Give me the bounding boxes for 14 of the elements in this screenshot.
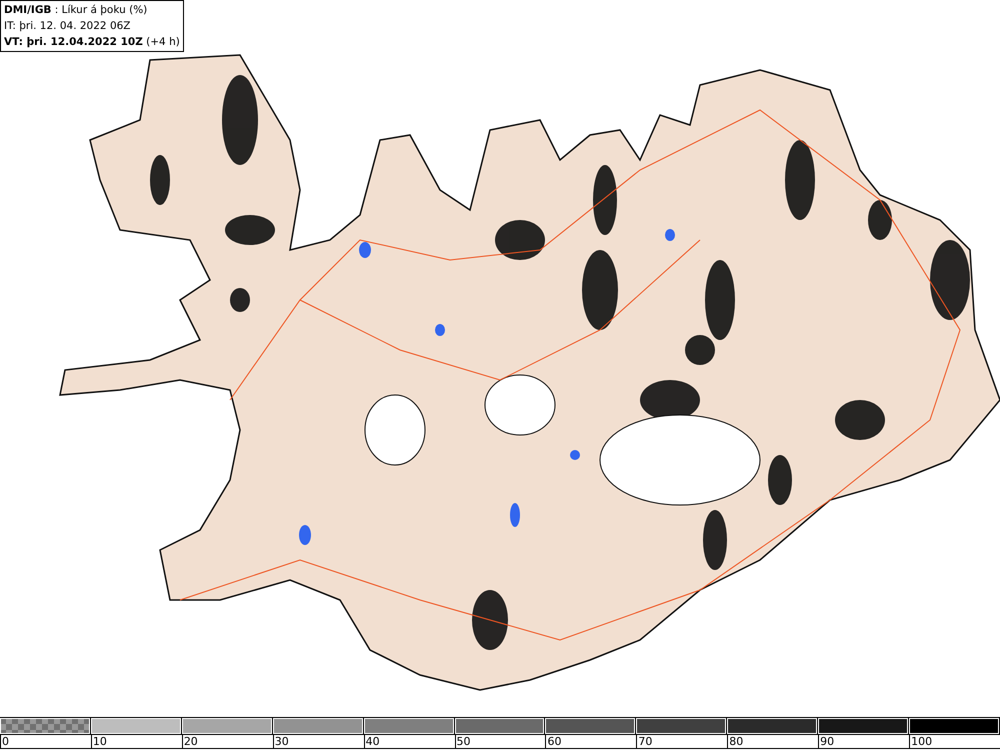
legend-label: 0 bbox=[1, 735, 9, 748]
legend-label: 100 bbox=[910, 735, 932, 748]
legend-label: 80 bbox=[728, 735, 744, 748]
legend-label: 20 bbox=[182, 735, 198, 748]
legend-label: 10 bbox=[92, 735, 107, 748]
legend-label: 50 bbox=[456, 735, 471, 748]
info-line: IT: þri. 12. 04. 2022 06Z bbox=[4, 19, 132, 34]
info-line: VT: þri. 12.04.2022 10Z (+4 h) bbox=[4, 35, 180, 50]
legend-label: 70 bbox=[637, 735, 652, 748]
legend-label: 90 bbox=[819, 735, 834, 748]
info-line: DMI/IGB : Líkur á þoku (%) bbox=[4, 3, 148, 18]
legend-label: 60 bbox=[546, 735, 562, 748]
legend-label: 40 bbox=[364, 735, 380, 748]
legend-label: 30 bbox=[274, 735, 289, 748]
